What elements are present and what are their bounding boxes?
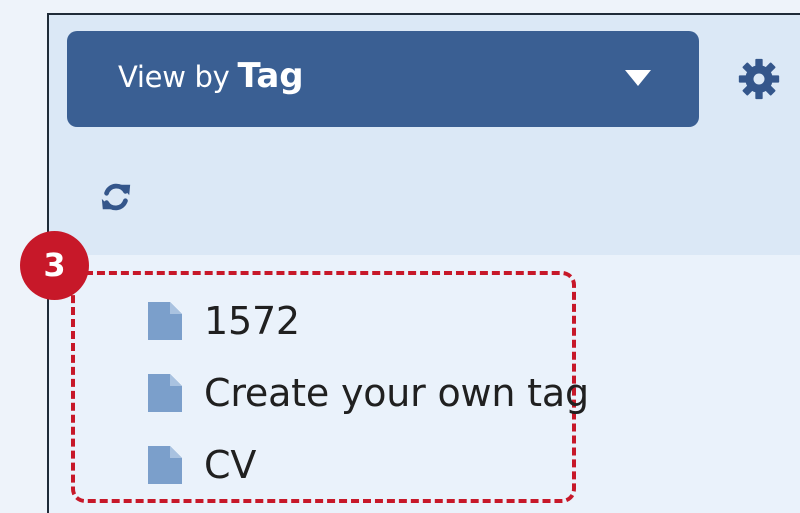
list-item[interactable]: 1572: [145, 293, 300, 349]
refresh-icon[interactable]: [99, 180, 133, 214]
view-by-value: Tag: [237, 56, 304, 96]
file-icon: [145, 298, 189, 344]
chevron-down-icon[interactable]: [625, 70, 651, 88]
tag-label: 1572: [204, 299, 300, 343]
view-by-label: View by Tag: [118, 58, 304, 95]
list-item[interactable]: Create your own tag: [145, 365, 589, 421]
tag-list: 1572 Create your own tag CV: [145, 293, 615, 513]
tag-label: Create your own tag: [204, 371, 589, 415]
file-icon: [145, 442, 189, 488]
toolbar: View by Tag: [49, 15, 800, 255]
view-by-dropdown[interactable]: View by Tag: [67, 31, 699, 127]
gear-icon[interactable]: [737, 57, 781, 101]
tag-browser-panel: View by Tag 1572 Create your own tag CV: [47, 13, 800, 513]
file-icon: [145, 370, 189, 416]
list-item[interactable]: CV: [145, 437, 256, 493]
view-by-prefix: View by: [118, 60, 230, 94]
tag-label: CV: [204, 443, 257, 487]
step-badge: 3: [20, 231, 89, 300]
